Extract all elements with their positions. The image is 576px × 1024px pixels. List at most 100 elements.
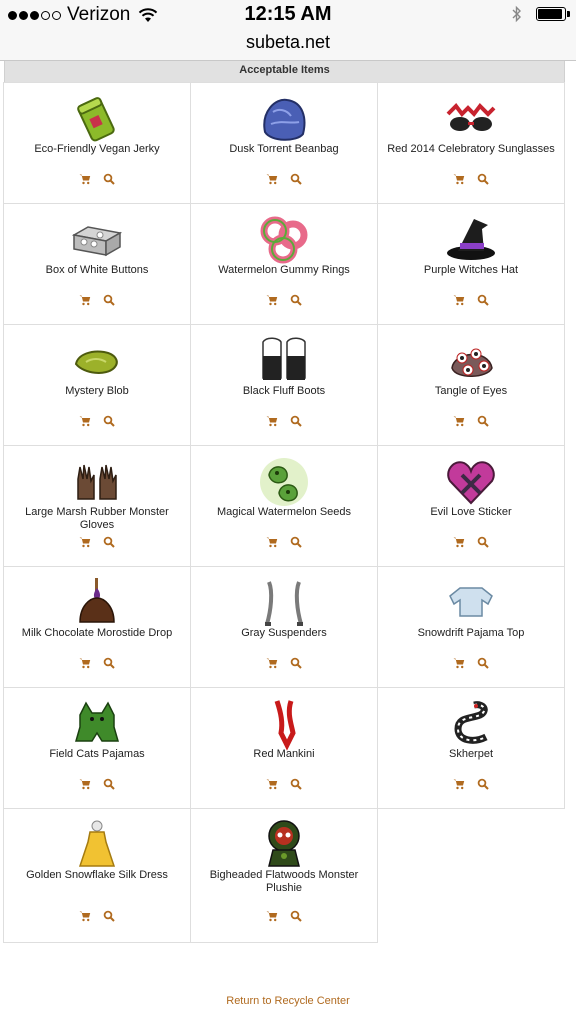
item-name: Bigheaded Flatwoods Monster Plushie (209, 869, 359, 894)
boots-icon[interactable] (256, 333, 312, 389)
beanbag-icon[interactable] (256, 91, 312, 147)
blob-icon[interactable] (69, 333, 125, 389)
shopping-cart-icon[interactable] (266, 909, 278, 922)
shopping-cart-icon[interactable] (79, 777, 91, 790)
shopping-cart-icon[interactable] (266, 535, 278, 548)
item-actions (378, 414, 564, 427)
shopping-cart-icon[interactable] (266, 777, 278, 790)
item-actions (191, 172, 377, 185)
item-name: Tangle of Eyes (434, 385, 508, 397)
shopping-cart-icon[interactable] (79, 172, 91, 185)
shopping-cart-icon[interactable] (79, 293, 91, 306)
pajama-top-icon[interactable] (443, 575, 499, 631)
item-cell: Large Marsh Rubber Monster Gloves (3, 445, 191, 567)
chocolate-drop-icon[interactable] (69, 575, 125, 631)
item-name: Eco-Friendly Vegan Jerky (34, 143, 160, 155)
items-grid: Eco-Friendly Vegan Jerky Dusk Torrent Bea… (3, 82, 565, 943)
item-cell: Evil Love Sticker (377, 445, 565, 567)
item-actions (4, 656, 190, 669)
search-icon[interactable] (290, 172, 302, 185)
search-icon[interactable] (103, 656, 115, 669)
dress-icon[interactable] (69, 817, 125, 873)
plushie-icon[interactable] (256, 817, 312, 873)
sunglasses-icon[interactable] (443, 91, 499, 147)
shopping-cart-icon[interactable] (453, 777, 465, 790)
item-actions (378, 535, 564, 548)
item-actions (378, 777, 564, 790)
gummy-rings-icon[interactable] (256, 212, 312, 268)
shopping-cart-icon[interactable] (266, 172, 278, 185)
snake-icon[interactable] (443, 696, 499, 752)
item-cell: Dusk Torrent Beanbag (190, 82, 378, 204)
search-icon[interactable] (103, 414, 115, 427)
item-actions (378, 293, 564, 306)
sticker-icon[interactable] (443, 454, 499, 510)
item-name: Gray Suspenders (241, 627, 327, 639)
item-cell: Eco-Friendly Vegan Jerky (3, 82, 191, 204)
cat-pajamas-icon[interactable] (69, 696, 125, 752)
search-icon[interactable] (290, 414, 302, 427)
item-cell: Gray Suspenders (190, 566, 378, 688)
search-icon[interactable] (477, 414, 489, 427)
search-icon[interactable] (290, 909, 302, 922)
search-icon[interactable] (103, 293, 115, 306)
shopping-cart-icon[interactable] (266, 656, 278, 669)
search-icon[interactable] (477, 293, 489, 306)
item-cell: Red Mankini (190, 687, 378, 809)
item-cell: Black Fluff Boots (190, 324, 378, 446)
suspenders-icon[interactable] (256, 575, 312, 631)
item-actions (191, 909, 377, 922)
witch-hat-icon[interactable] (443, 212, 499, 268)
return-to-recycle-center-link[interactable]: Return to Recycle Center (0, 995, 576, 1007)
shopping-cart-icon[interactable] (266, 293, 278, 306)
search-icon[interactable] (103, 909, 115, 922)
search-icon[interactable] (103, 535, 115, 548)
search-icon[interactable] (103, 172, 115, 185)
mankini-icon[interactable] (256, 696, 312, 752)
browser-url-bar[interactable]: subeta.net (0, 30, 576, 61)
item-actions (4, 293, 190, 306)
item-cell: Milk Chocolate Morostide Drop (3, 566, 191, 688)
search-icon[interactable] (477, 535, 489, 548)
eyes-icon[interactable] (443, 333, 499, 389)
jerky-icon[interactable] (69, 91, 125, 147)
item-actions (191, 656, 377, 669)
shopping-cart-icon[interactable] (453, 656, 465, 669)
shopping-cart-icon[interactable] (266, 414, 278, 427)
shopping-cart-icon[interactable] (79, 656, 91, 669)
search-icon[interactable] (477, 777, 489, 790)
item-name: Large Marsh Rubber Monster Gloves (25, 506, 169, 531)
item-cell: Tangle of Eyes (377, 324, 565, 446)
search-icon[interactable] (290, 777, 302, 790)
bluetooth-icon (512, 5, 521, 23)
shopping-cart-icon[interactable] (453, 172, 465, 185)
search-icon[interactable] (290, 293, 302, 306)
shopping-cart-icon[interactable] (453, 535, 465, 548)
status-bar: Verizon 12:15 AM (0, 0, 576, 30)
shopping-cart-icon[interactable] (79, 535, 91, 548)
item-name: Mystery Blob (65, 385, 129, 397)
shopping-cart-icon[interactable] (79, 909, 91, 922)
item-name: Box of White Buttons (45, 264, 149, 276)
search-icon[interactable] (477, 656, 489, 669)
battery-icon (536, 7, 570, 21)
shopping-cart-icon[interactable] (453, 293, 465, 306)
item-actions (4, 414, 190, 427)
search-icon[interactable] (477, 172, 489, 185)
shopping-cart-icon[interactable] (453, 414, 465, 427)
item-name: Snowdrift Pajama Top (417, 627, 525, 639)
search-icon[interactable] (290, 535, 302, 548)
item-cell: Watermelon Gummy Rings (190, 203, 378, 325)
button-box-icon[interactable] (69, 212, 125, 268)
search-icon[interactable] (103, 777, 115, 790)
search-icon[interactable] (290, 656, 302, 669)
item-name: Evil Love Sticker (430, 506, 512, 518)
seeds-icon[interactable] (256, 454, 312, 510)
item-name: Golden Snowflake Silk Dress (26, 869, 168, 881)
gloves-icon[interactable] (69, 454, 125, 510)
table-header: Acceptable Items (4, 61, 565, 83)
item-name: Purple Witches Hat (423, 264, 519, 276)
shopping-cart-icon[interactable] (79, 414, 91, 427)
item-name: Skherpet (448, 748, 494, 760)
item-name: Red Mankini (253, 748, 315, 760)
